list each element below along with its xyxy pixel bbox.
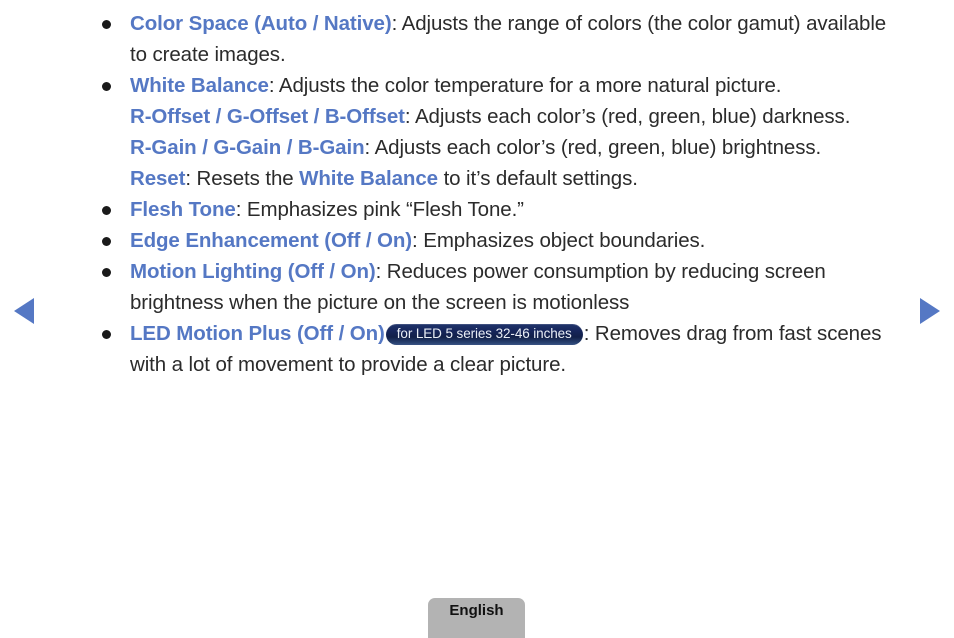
setting-edge-enhancement: Edge Enhancement (Off / On): Emphasizes … (130, 225, 908, 256)
list-item: LED Motion Plus (Off / On) for LED 5 seri… (96, 318, 908, 380)
term-label: LED Motion Plus (Off / On) (130, 322, 385, 345)
setting-motion-lighting: Motion Lighting (Off / On): Reduces powe… (130, 256, 908, 318)
term-label: R-Offset / G-Offset / B-Offset (130, 105, 405, 128)
list-item: Flesh Tone: Emphasizes pink “Flesh Tone.… (96, 194, 908, 225)
settings-list: Color Space (Auto / Native): Adjusts the… (96, 8, 908, 380)
inline-term-white-balance: White Balance (299, 167, 438, 190)
term-label: Motion Lighting (Off / On) (130, 260, 376, 283)
term-separator: : (235, 198, 247, 221)
term-label: Edge Enhancement (Off / On) (130, 229, 413, 252)
help-page: Color Space (Auto / Native): Adjusts the… (0, 0, 954, 638)
list-item: Motion Lighting (Off / On): Reduces powe… (96, 256, 908, 318)
list-item: Edge Enhancement (Off / On): Emphasizes … (96, 225, 908, 256)
description-text: Adjusts each color’s (red, green, blue) … (374, 136, 822, 159)
term-separator: : (364, 136, 375, 159)
bullet-dot-icon (102, 206, 111, 215)
description-text: Emphasizes pink “Flesh Tone.” (246, 198, 524, 221)
setting-led-motion-plus: LED Motion Plus (Off / On) for LED 5 seri… (130, 318, 908, 380)
term-separator: : (404, 105, 415, 128)
help-content: Color Space (Auto / Native): Adjusts the… (96, 8, 908, 380)
setting-reset: Reset: Resets the White Balance to it’s … (130, 163, 908, 194)
bullet-dot-icon (102, 330, 111, 339)
term-separator: : (412, 229, 424, 252)
description-text-before: Resets the (196, 167, 300, 190)
setting-color-space: Color Space (Auto / Native): Adjusts the… (130, 8, 908, 70)
list-item: Color Space (Auto / Native): Adjusts the… (96, 8, 908, 70)
term-label: Reset (130, 167, 186, 190)
setting-flesh-tone: Flesh Tone: Emphasizes pink “Flesh Tone.… (130, 194, 908, 225)
term-label: Flesh Tone (130, 198, 236, 221)
language-tab[interactable]: English (428, 598, 525, 638)
setting-white-balance: White Balance: Adjusts the color tempera… (130, 70, 908, 101)
list-item: White Balance: Adjusts the color tempera… (96, 70, 908, 194)
term-separator: : (268, 74, 279, 97)
term-label: Color Space (Auto / Native) (130, 12, 392, 35)
description-text: Emphasizes object boundaries. (423, 229, 706, 252)
model-applicability-badge: for LED 5 series 32-46 inches (385, 324, 583, 345)
term-separator: : (583, 322, 595, 345)
language-tab-label: English (449, 602, 504, 619)
term-separator: : (391, 12, 402, 35)
description-text-after: to it’s default settings. (437, 167, 638, 190)
term-separator: : (375, 260, 387, 283)
previous-page-arrow-icon[interactable] (14, 298, 34, 324)
bullet-dot-icon (102, 268, 111, 277)
bullet-dot-icon (102, 82, 111, 91)
description-text: Adjusts each color’s (red, green, blue) … (414, 105, 851, 128)
term-separator: : (185, 167, 197, 190)
next-page-arrow-icon[interactable] (920, 298, 940, 324)
description-text: Adjusts the color temperature for a more… (278, 74, 782, 97)
term-label: R-Gain / G-Gain / B-Gain (130, 136, 365, 159)
term-label: White Balance (130, 74, 269, 97)
setting-offsets: R-Offset / G-Offset / B-Offset: Adjusts … (130, 101, 908, 132)
bullet-dot-icon (102, 237, 111, 246)
setting-gains: R-Gain / G-Gain / B-Gain: Adjusts each c… (130, 132, 908, 163)
bullet-dot-icon (102, 20, 111, 29)
